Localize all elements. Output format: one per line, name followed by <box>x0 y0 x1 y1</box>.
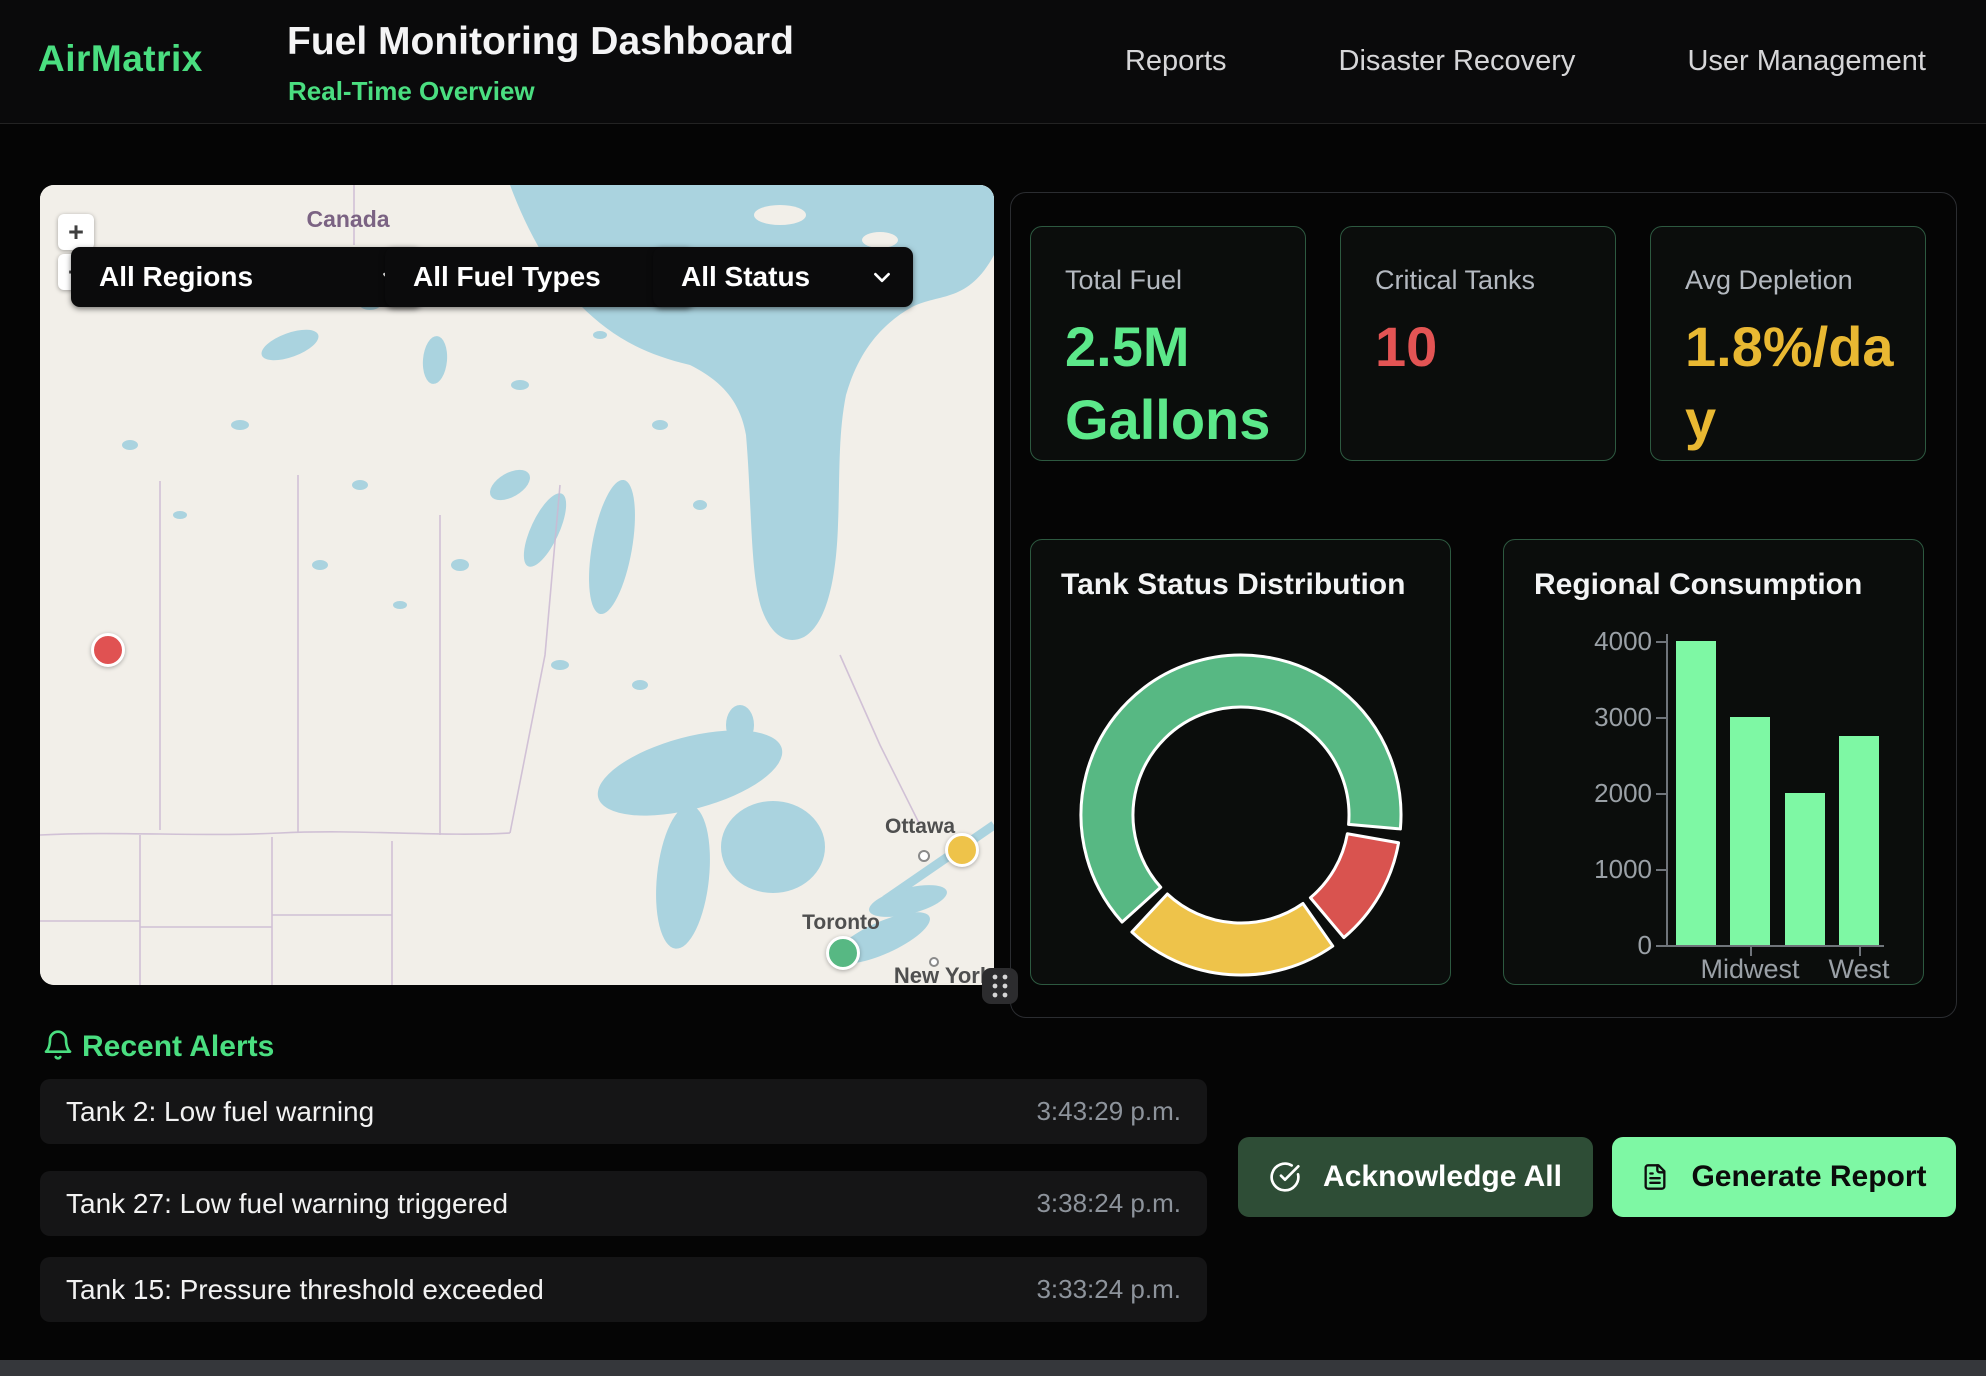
nav-item-user-management[interactable]: User Management <box>1687 45 1926 78</box>
generate-report-button[interactable]: Generate Report <box>1612 1137 1956 1217</box>
filter-all-fuel-types[interactable]: All Fuel Types <box>385 247 694 307</box>
map-marker-1[interactable] <box>91 633 125 667</box>
y-axis <box>1666 634 1668 947</box>
file-text-icon <box>1641 1163 1669 1191</box>
map-label-new-york: New York <box>894 963 993 985</box>
bar-4 <box>1839 736 1879 945</box>
donut-segment-yellow <box>1132 894 1333 975</box>
filter-label: All Status <box>681 261 810 293</box>
main-nav: Reports Disaster Recovery User Management <box>1125 0 1926 123</box>
island <box>862 232 898 248</box>
map-label-ottawa: Ottawa <box>885 815 955 838</box>
app-header: AirMatrix Fuel Monitoring Dashboard Real… <box>0 0 1986 124</box>
footer-bar <box>0 1360 1986 1376</box>
map-zoom-in-button[interactable]: + <box>58 214 94 250</box>
map-label-toronto: Toronto <box>802 911 880 934</box>
stat-card-avg-depletion: Avg Depletion 1.8%/day <box>1650 226 1926 461</box>
y-tick-label: 4000 <box>1532 626 1652 657</box>
acknowledge-all-label: Acknowledge All <box>1323 1160 1562 1194</box>
x-cat-label-west: West <box>1789 954 1929 985</box>
alert-row: Tank 27: Low fuel warning triggered 3:38:… <box>40 1171 1207 1236</box>
filter-label: All Fuel Types <box>413 261 601 293</box>
alert-time: 3:33:24 p.m. <box>1036 1274 1181 1305</box>
regional-consumption-card: Regional Consumption 01000200030004000Mi… <box>1503 539 1924 985</box>
stat-card-critical-tanks: Critical Tanks 10 <box>1340 226 1616 461</box>
alert-row: Tank 15: Pressure threshold exceeded 3:33… <box>40 1257 1207 1322</box>
y-tick-mark <box>1656 641 1666 643</box>
filter-all-regions[interactable]: All Regions <box>71 247 422 307</box>
y-tick-mark <box>1656 945 1666 947</box>
bell-icon <box>42 1028 74 1062</box>
y-tick-label: 0 <box>1532 930 1652 961</box>
donut-segment-red <box>1310 834 1398 938</box>
page-title: Fuel Monitoring Dashboard <box>287 20 794 64</box>
chevron-down-icon <box>873 272 891 283</box>
alert-time: 3:38:24 p.m. <box>1036 1188 1181 1219</box>
alert-row: Tank 2: Low fuel warning 3:43:29 p.m. <box>40 1079 1207 1144</box>
tank-status-card: Tank Status Distribution <box>1030 539 1451 985</box>
map-label-canada: Canada <box>306 206 389 232</box>
nav-item-reports[interactable]: Reports <box>1125 45 1227 78</box>
bar-3 <box>1785 793 1825 945</box>
map-resize-handle[interactable] <box>982 968 1018 1004</box>
map-marker-2[interactable] <box>945 833 979 867</box>
y-tick-label: 2000 <box>1532 778 1652 809</box>
generate-report-label: Generate Report <box>1691 1160 1926 1194</box>
city-dot-ottawa <box>919 851 929 861</box>
alert-message: Tank 15: Pressure threshold exceeded <box>66 1274 544 1306</box>
stat-card-total-fuel: Total Fuel 2.5M Gallons <box>1030 226 1306 461</box>
alerts-title: Recent Alerts <box>82 1030 274 1064</box>
regional-consumption-chart: 01000200030004000MidwestWest <box>1504 540 1925 986</box>
check-circle-icon <box>1269 1161 1301 1193</box>
y-tick-mark <box>1656 793 1666 795</box>
stat-value: 1.8%/day <box>1685 311 1895 457</box>
brand-logo: AirMatrix <box>38 38 203 80</box>
y-tick-mark <box>1656 717 1666 719</box>
alert-time: 3:43:29 p.m. <box>1036 1096 1181 1127</box>
island <box>754 205 806 225</box>
bar-1 <box>1676 641 1716 945</box>
y-tick-label: 3000 <box>1532 702 1652 733</box>
page-subtitle: Real-Time Overview <box>288 76 535 107</box>
map-panel[interactable]: Canada Ottawa Toronto New York + − All R… <box>40 185 994 985</box>
tank-status-title: Tank Status Distribution <box>1061 568 1405 602</box>
alert-message: Tank 27: Low fuel warning triggered <box>66 1188 508 1220</box>
stat-value: 10 <box>1375 311 1585 384</box>
stat-label: Avg Depletion <box>1685 265 1853 296</box>
map-marker-3[interactable] <box>826 936 860 970</box>
x-axis <box>1666 945 1884 947</box>
stat-label: Critical Tanks <box>1375 265 1535 296</box>
filter-label: All Regions <box>99 261 253 293</box>
stat-value: 2.5M Gallons <box>1065 311 1275 457</box>
tank-status-donut <box>1071 645 1411 985</box>
stat-label: Total Fuel <box>1065 265 1182 296</box>
nav-item-disaster-recovery[interactable]: Disaster Recovery <box>1339 45 1576 78</box>
alert-message: Tank 2: Low fuel warning <box>66 1096 374 1128</box>
acknowledge-all-button[interactable]: Acknowledge All <box>1238 1137 1593 1217</box>
bar-2 <box>1730 717 1770 945</box>
grip-dots-icon <box>988 973 1012 999</box>
y-tick-mark <box>1656 869 1666 871</box>
filter-all-status[interactable]: All Status <box>653 247 913 307</box>
y-tick-label: 1000 <box>1532 854 1652 885</box>
dashboard-root: AirMatrix Fuel Monitoring Dashboard Real… <box>0 0 1986 1376</box>
